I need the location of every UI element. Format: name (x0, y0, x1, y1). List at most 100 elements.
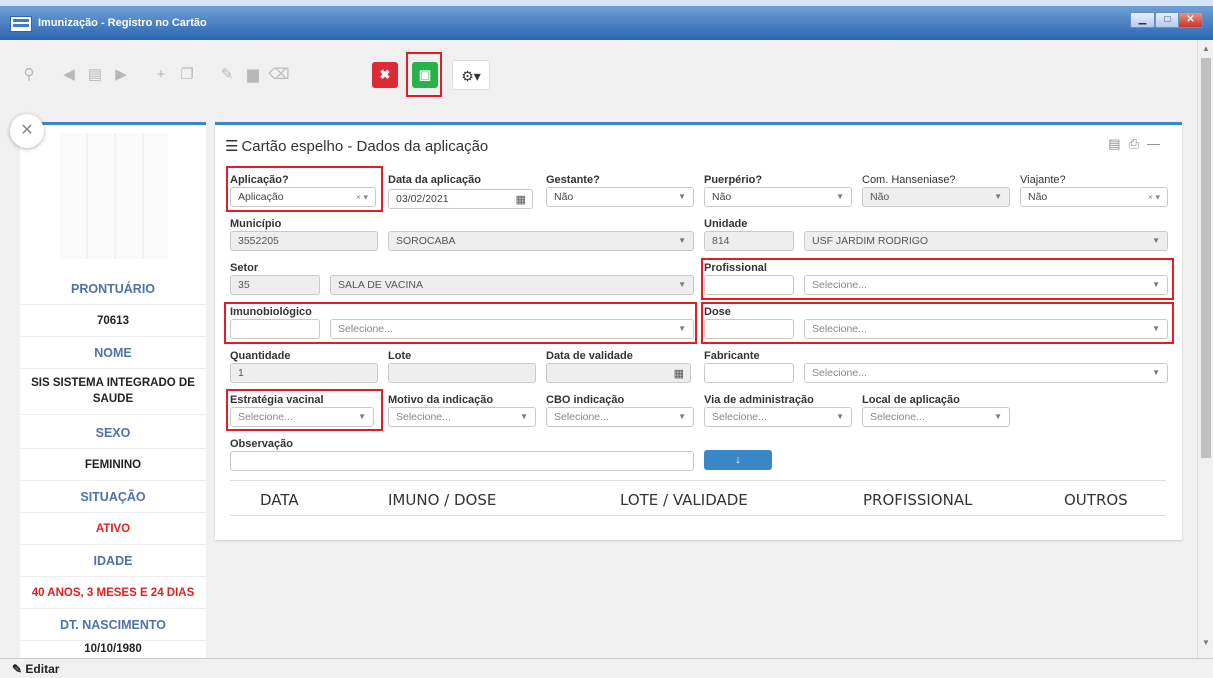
scroll-down-icon[interactable]: ▼ (1202, 638, 1210, 647)
municipio-name: SOROCABA (396, 235, 456, 247)
sexo-label: SEXO (20, 417, 206, 449)
chevron-down-icon: ▼ (1152, 368, 1160, 377)
municipio-code-input[interactable]: 3552205 (230, 231, 378, 251)
delete-icon[interactable]: ▆ (240, 60, 266, 90)
settings-icon[interactable]: ⚙▾ (452, 60, 490, 90)
add-icon[interactable]: + (148, 60, 174, 90)
validade-label: Data de validade (546, 350, 633, 362)
lote-input[interactable] (388, 363, 536, 383)
document-icon[interactable]: ▤ (1108, 136, 1128, 151)
scroll-up-icon[interactable]: ▲ (1202, 44, 1210, 53)
hanseniase-label: Com. Hanseniase? (862, 174, 956, 186)
arrow-down-icon: ↓ (735, 454, 741, 466)
chevron-down-icon: ▼ (1152, 236, 1160, 245)
data-aplicacao-value: 03/02/2021 (396, 193, 449, 205)
fabricante-placeholder: Selecione... (812, 367, 867, 379)
data-aplicacao-input[interactable]: 03/02/2021 ▦ (388, 189, 533, 209)
idade-value: 40 ANOS, 3 MESES E 24 DIAS (20, 577, 206, 609)
prev-icon[interactable]: ◀ (56, 60, 82, 90)
close-icon[interactable]: ✕ (10, 114, 44, 148)
chevron-down-icon: ▼ (678, 236, 686, 245)
municipio-select[interactable]: SOROCABA ▼ (388, 231, 694, 251)
next-icon[interactable]: ▶ (108, 60, 134, 90)
list-icon[interactable]: ▤ (82, 60, 108, 90)
via-placeholder: Selecione... (712, 411, 767, 423)
vertical-scrollbar[interactable]: ▲ ▼ (1197, 40, 1213, 658)
scroll-thumb[interactable] (1201, 58, 1211, 458)
via-select[interactable]: Selecione... ▼ (704, 407, 852, 427)
hanseniase-value: Não (870, 191, 890, 203)
edit-icon[interactable]: ✎ (214, 60, 240, 90)
setor-label: Setor (230, 262, 259, 274)
observacao-input[interactable] (230, 451, 694, 471)
chevron-down-icon: ▼ (678, 192, 686, 201)
highlight-estrategia (226, 389, 383, 431)
window-titlebar: Imunização - Registro no Cartão ▁ □ ✕ (0, 0, 1213, 44)
setor-select[interactable]: SALA DE VACINA ▼ (330, 275, 694, 295)
chevron-down-icon: ▼ (836, 412, 844, 421)
sexo-value: FEMININO (20, 449, 206, 481)
close-window-button[interactable]: ✕ (1178, 12, 1203, 28)
viajante-label: Viajante? (1020, 174, 1066, 186)
chevron-down-icon: ▼ (678, 412, 686, 421)
viajante-select[interactable]: Não × ▾ (1020, 187, 1168, 207)
nascimento-label: DT. NASCIMENTO (20, 609, 206, 641)
validade-input[interactable]: ▦ (546, 363, 691, 383)
highlight-dose (701, 302, 1174, 344)
app-icon (10, 16, 32, 32)
col-data: DATA (260, 491, 299, 509)
gestante-value: Não (554, 191, 574, 203)
chevron-down-icon: ▼ (678, 280, 686, 289)
local-placeholder: Selecione... (870, 411, 925, 423)
panel-title: ☰ Cartão espelho - Dados da aplicação (225, 137, 488, 155)
unidade-select[interactable]: USF JARDIM RODRIGO ▼ (804, 231, 1168, 251)
eraser-icon[interactable]: ⌫ (266, 60, 292, 90)
local-select[interactable]: Selecione... ▼ (862, 407, 1010, 427)
unidade-code-input[interactable]: 814 (704, 231, 794, 251)
menu-icon: ☰ (225, 138, 239, 155)
gestante-label: Gestante? (546, 174, 600, 186)
nome-value: SIS SISTEMA INTEGRADO DE SAUDE (20, 375, 206, 415)
data-aplicacao-label: Data da aplicação (388, 174, 481, 186)
puerperio-select[interactable]: Não ▼ (704, 187, 852, 207)
minimize-button[interactable]: ▁ (1130, 12, 1155, 28)
chevron-down-icon: ▼ (994, 192, 1002, 201)
edit-label: Editar (25, 662, 60, 676)
history-table-header: DATA IMUNO / DOSE LOTE / VALIDADE PROFIS… (230, 480, 1166, 516)
col-outros: OUTROS (1064, 491, 1128, 509)
cbo-select[interactable]: Selecione... ▼ (546, 407, 694, 427)
print-icon[interactable]: ⎙ (1129, 136, 1147, 151)
prontuario-label: PRONTUÁRIO (20, 273, 206, 305)
lote-label: Lote (388, 350, 412, 362)
highlight-imunobiologico (224, 302, 697, 344)
nascimento-value: 10/10/1980 (20, 643, 206, 658)
chevron-down-icon: ▼ (520, 412, 528, 421)
highlight-profissional (701, 258, 1174, 300)
cancel-icon[interactable]: ✖ (372, 62, 398, 88)
motivo-select[interactable]: Selecione... ▼ (388, 407, 536, 427)
fabricante-code-input[interactable] (704, 363, 794, 383)
add-record-button[interactable]: ↓ (704, 450, 772, 470)
patient-sidebar: PRONTUÁRIO 70613 NOME SIS SISTEMA INTEGR… (20, 122, 206, 658)
search-icon[interactable]: ⚲ (16, 60, 42, 90)
patient-photo (20, 125, 206, 267)
maximize-button[interactable]: □ (1155, 12, 1180, 28)
quantidade-input[interactable]: 1 (230, 363, 378, 383)
via-label: Via de administração (704, 394, 814, 406)
highlight-save (406, 52, 442, 97)
setor-code-input[interactable]: 35 (230, 275, 320, 295)
hanseniase-select[interactable]: Não ▼ (862, 187, 1010, 207)
gestante-select[interactable]: Não ▼ (546, 187, 694, 207)
highlight-aplicacao (226, 166, 383, 212)
calendar-icon[interactable]: ▦ (516, 191, 526, 208)
chevron-down-icon: ▼ (994, 412, 1002, 421)
cbo-label: CBO indicação (546, 394, 625, 406)
fabricante-select[interactable]: Selecione... ▼ (804, 363, 1168, 383)
calendar-icon[interactable]: ▦ (674, 365, 684, 382)
minimize-panel-icon[interactable]: — (1147, 136, 1168, 151)
viajante-value: Não (1028, 191, 1048, 203)
unidade-label: Unidade (704, 218, 748, 230)
unidade-name: USF JARDIM RODRIGO (812, 235, 929, 247)
copy-icon[interactable]: ❐ (174, 60, 200, 90)
motivo-label: Motivo da indicação (388, 394, 494, 406)
